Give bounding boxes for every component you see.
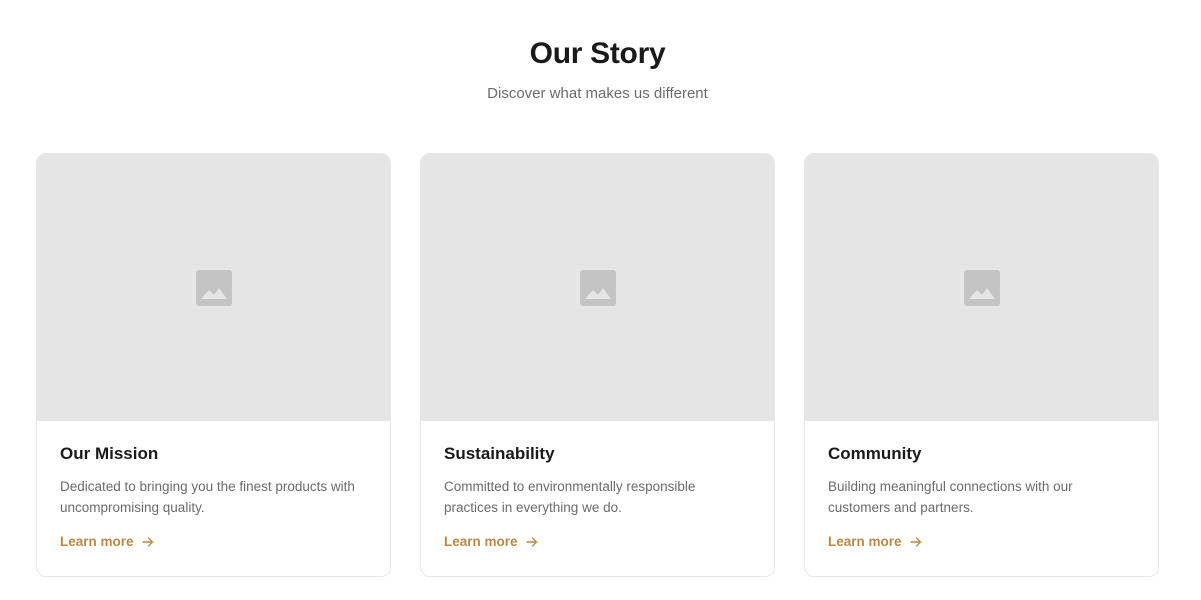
learn-more-label: Learn more: [60, 534, 134, 549]
card-image-placeholder: [805, 154, 1158, 421]
image-placeholder-icon: [963, 269, 1000, 306]
learn-more-label: Learn more: [444, 534, 518, 549]
arrow-right-icon: [525, 537, 537, 547]
card-body: Community Building meaningful connection…: [805, 421, 1158, 552]
card-title: Our Mission: [60, 444, 159, 463]
card-description: Dedicated to bringing you the finest pro…: [60, 479, 355, 515]
card-title: Community: [828, 444, 922, 463]
card-image-placeholder: [37, 154, 390, 421]
arrow-right-icon: [909, 537, 921, 547]
card-description: Committed to environmentally responsible…: [444, 479, 696, 515]
card-image-placeholder: [421, 154, 774, 421]
section-subtitle: Discover what makes us different: [487, 85, 708, 102]
card-grid: Our Mission Dedicated to bringing you th…: [36, 153, 1159, 577]
card-body: Our Mission Dedicated to bringing you th…: [37, 421, 390, 552]
our-story-section: Our Story Discover what makes us differe…: [0, 0, 1201, 600]
image-placeholder-icon: [195, 269, 232, 306]
learn-more-link[interactable]: Learn more: [828, 532, 922, 552]
card-our-mission: Our Mission Dedicated to bringing you th…: [36, 153, 391, 577]
learn-more-link[interactable]: Learn more: [60, 532, 154, 552]
learn-more-label: Learn more: [828, 534, 902, 549]
arrow-right-icon: [141, 537, 153, 547]
card-community: Community Building meaningful connection…: [804, 153, 1159, 577]
card-body: Sustainability Committed to environmenta…: [421, 421, 774, 552]
card-title: Sustainability: [444, 444, 555, 463]
card-description: Building meaningful connections with our…: [828, 479, 1073, 515]
image-placeholder-icon: [579, 269, 616, 306]
learn-more-link[interactable]: Learn more: [444, 532, 538, 552]
section-title: Our Story: [529, 37, 666, 70]
card-sustainability: Sustainability Committed to environmenta…: [420, 153, 775, 577]
